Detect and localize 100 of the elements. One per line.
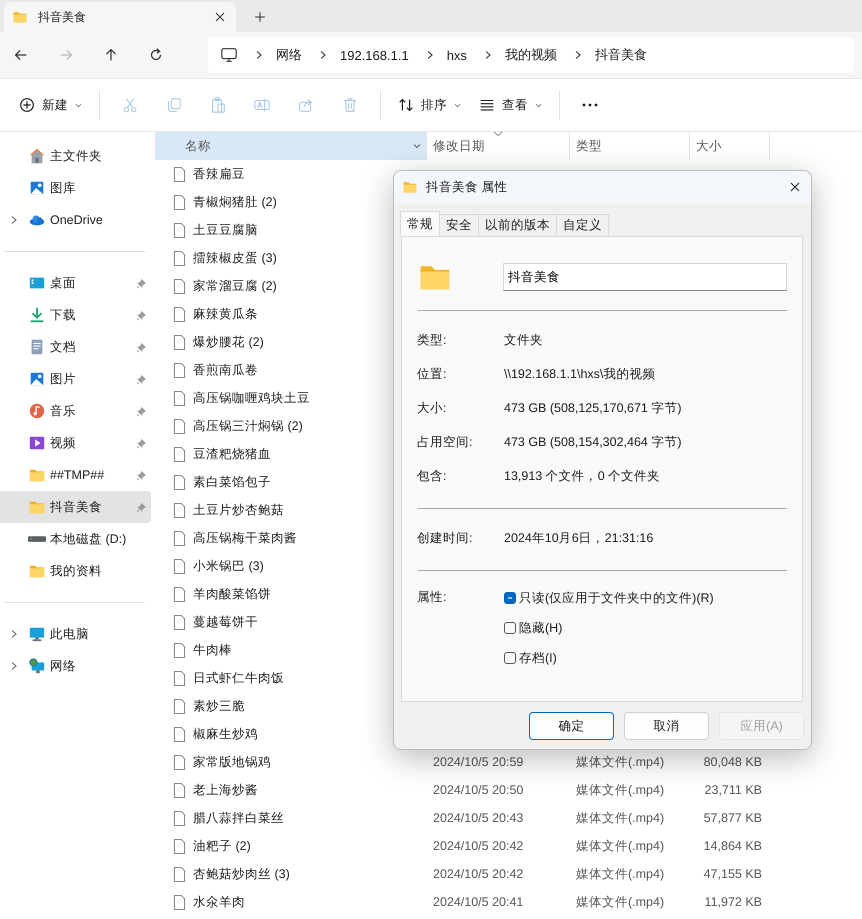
checkbox[interactable] (504, 652, 516, 664)
paste-icon (209, 96, 227, 114)
breadcrumb-item[interactable]: hxs (446, 48, 467, 62)
file-name[interactable]: 青椒焖猪肚 (2) (193, 194, 277, 210)
file-name[interactable]: 土豆片炒杏鲍菇 (193, 502, 284, 518)
dialog-tab[interactable]: 自定义 (556, 214, 609, 236)
chevron-right-icon[interactable] (254, 50, 264, 60)
home-icon (28, 147, 46, 165)
address-bar[interactable]: 网络 192.168.1.1 hxs 我的视频 抖音美食 (208, 37, 854, 73)
property-value: 13,913 个文件，0 个文件夹 (504, 468, 660, 484)
sidebar-item[interactable]: 视频 (0, 427, 151, 459)
file-name[interactable]: 爆炒腰花 (2) (193, 334, 264, 350)
sidebar-item[interactable]: 此电脑 (0, 618, 151, 650)
size-cell: 14,864 KB (704, 839, 762, 853)
sidebar-item[interactable]: 下载 (0, 299, 151, 331)
file-name[interactable]: 椒麻生炒鸡 (193, 726, 258, 742)
checkbox[interactable] (504, 592, 516, 604)
file-name[interactable]: 腊八蒜拌白菜丝 (193, 810, 284, 826)
dialog-button[interactable]: 取消 (624, 712, 709, 740)
breadcrumb-item[interactable]: 192.168.1.1 (340, 48, 409, 62)
sort-icon (397, 96, 415, 114)
file-name[interactable]: 擂辣椒皮蛋 (3) (193, 250, 277, 266)
chevron-right-icon[interactable] (318, 50, 328, 60)
file-name[interactable]: 高压锅三汁焖锅 (2) (193, 418, 303, 434)
file-name[interactable]: 素炒三脆 (193, 698, 245, 714)
column-header[interactable]: 修改日期 (427, 132, 570, 160)
file-name[interactable]: 豆渣粑烧猪血 (193, 446, 271, 462)
chevron-right-icon[interactable] (9, 215, 19, 225)
file-name[interactable]: 羊肉酸菜馅饼 (193, 586, 271, 602)
file-name[interactable]: 牛肉棒 (193, 642, 232, 658)
sidebar-item[interactable]: 图片 (0, 363, 151, 395)
file-name[interactable]: 高压锅梅干菜肉酱 (193, 530, 297, 546)
file-icon (173, 614, 186, 630)
file-icon (173, 782, 186, 798)
file-name[interactable]: 小米锅巴 (3) (193, 558, 264, 574)
file-name[interactable]: 老上海炒酱 (193, 782, 258, 798)
file-icon (173, 362, 186, 378)
property-label: 属性: (417, 589, 448, 606)
sidebar-item[interactable]: OneDrive (0, 204, 151, 236)
checkbox[interactable] (504, 622, 516, 634)
file-name[interactable]: 香辣扁豆 (193, 166, 245, 182)
dialog-button[interactable]: 确定 (529, 712, 614, 740)
file-icon (173, 866, 186, 882)
file-name[interactable]: 土豆豆腐脑 (193, 222, 258, 238)
sidebar-item[interactable]: 网络 (0, 650, 151, 682)
type-cell: 媒体文件(.mp4) (576, 754, 664, 768)
sort-button[interactable]: 排序 (391, 89, 468, 121)
checkbox-label[interactable]: 存档(I) (519, 650, 557, 666)
chevron-right-icon[interactable] (9, 629, 19, 639)
folder-icon (402, 179, 418, 195)
type-cell: 媒体文件(.mp4) (576, 866, 664, 880)
type-cell: 媒体文件(.mp4) (576, 894, 664, 908)
file-name[interactable]: 麻辣黄瓜条 (193, 306, 258, 322)
file-name[interactable]: 素白菜馅包子 (193, 474, 271, 490)
column-header[interactable]: 名称 (155, 132, 427, 160)
breadcrumb-item[interactable]: 抖音美食 (594, 46, 647, 64)
file-name[interactable]: 水氽羊肉 (193, 894, 245, 910)
type-cell: 媒体文件(.mp4) (576, 810, 664, 824)
breadcrumb-item[interactable]: 我的视频 (504, 46, 557, 64)
checkbox-label[interactable]: 只读(仅应用于文件夹中的文件)(R) (519, 590, 714, 606)
property-label: 占用空间: (417, 434, 474, 450)
file-name[interactable]: 香煎南瓜卷 (193, 362, 258, 378)
file-name[interactable]: 日式虾仁牛肉饭 (193, 670, 284, 686)
window-tab[interactable]: 抖音美食 (4, 2, 236, 32)
file-icon (173, 166, 186, 182)
sidebar-item[interactable]: 主文件夹 (0, 140, 151, 172)
rename-icon (253, 96, 271, 114)
file-name[interactable]: 杏鲍菇炒肉丝 (3) (193, 866, 290, 882)
file-name[interactable]: 家常溜豆腐 (2) (193, 278, 277, 294)
name-field[interactable]: 抖音美食 (502, 263, 787, 291)
file-icon (173, 502, 186, 518)
checkbox-label[interactable]: 隐藏(H) (519, 620, 562, 636)
new-button[interactable]: 新建 (12, 89, 89, 121)
sidebar-item[interactable]: 音乐 (0, 395, 151, 427)
file-icon (173, 194, 186, 210)
sidebar-item[interactable]: 本地磁盘 (D:) (0, 523, 151, 555)
dialog-tab[interactable]: 常规 (400, 211, 440, 236)
size-cell: 11,972 KB (704, 895, 762, 909)
file-name[interactable]: 高压锅咖喱鸡块土豆 (193, 390, 310, 406)
sidebar-item[interactable]: 我的资料 (0, 555, 151, 587)
sort-indicator-icon (493, 131, 503, 137)
file-icon (173, 642, 186, 658)
sidebar-item[interactable]: 抖音美食 (0, 491, 151, 523)
file-icon (173, 306, 186, 322)
sidebar-item[interactable]: 图库 (0, 172, 151, 204)
breadcrumb-item[interactable]: 网络 (276, 46, 302, 64)
property-label: 类型: (417, 332, 448, 348)
column-dropdown-icon[interactable] (412, 141, 422, 151)
file-name[interactable]: 蔓越莓饼干 (193, 614, 258, 630)
sidebar-item[interactable]: 文档 (0, 331, 151, 363)
file-name[interactable]: 油粑子 (2) (193, 838, 251, 854)
file-icon (173, 838, 186, 854)
sidebar-item[interactable]: 桌面 (0, 267, 151, 299)
new-tab-icon[interactable] (252, 9, 268, 25)
chevron-right-icon[interactable] (9, 661, 19, 671)
sidebar-item[interactable]: ##TMP## (0, 459, 151, 491)
file-name[interactable]: 家常版地锅鸡 (193, 754, 271, 770)
column-header[interactable]: 大小 (690, 132, 770, 160)
view-button[interactable]: 查看 (472, 89, 549, 121)
column-header[interactable]: 类型 (570, 132, 690, 160)
